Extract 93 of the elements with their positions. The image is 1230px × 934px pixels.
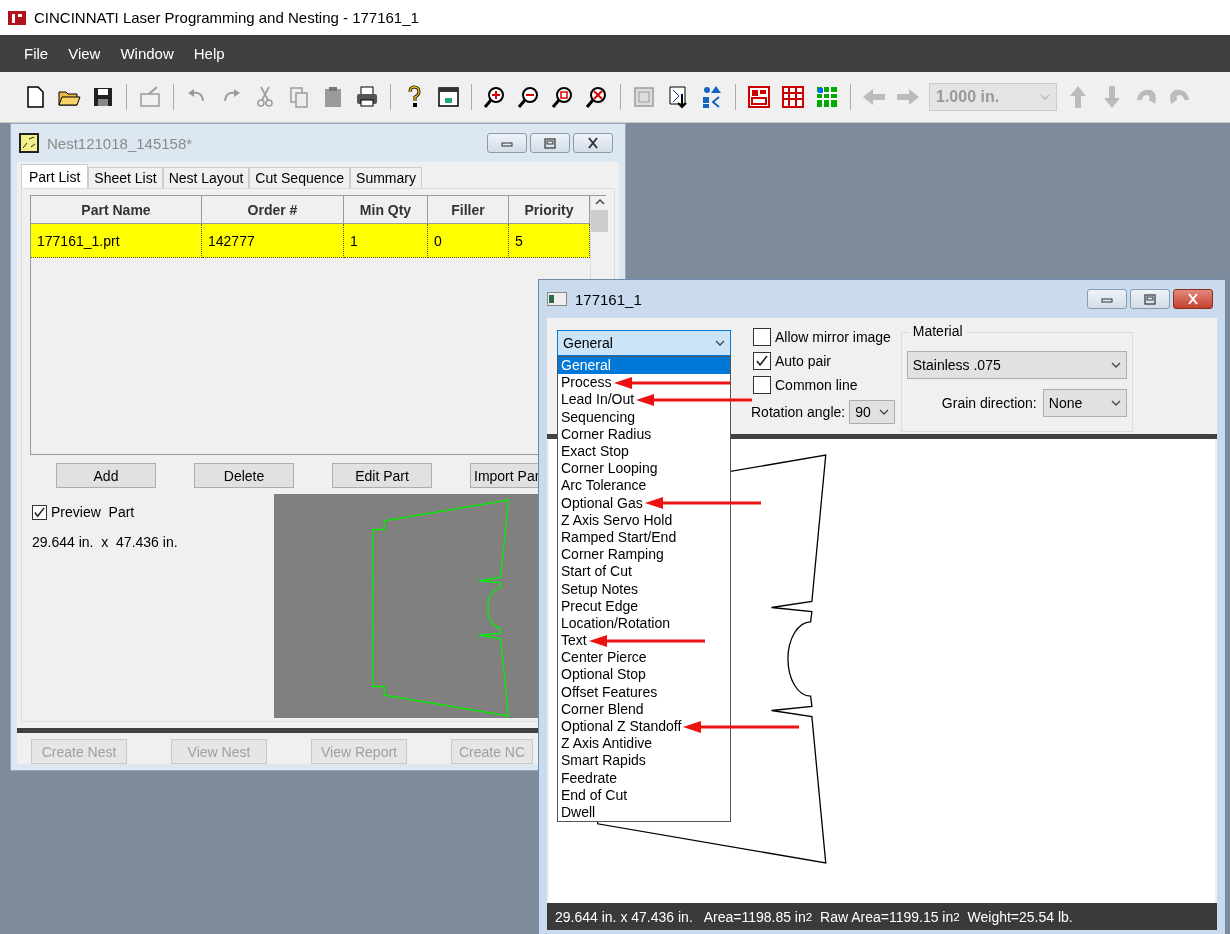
chevron-down-icon xyxy=(715,338,725,348)
close-button[interactable] xyxy=(573,133,613,153)
column-header[interactable]: Min Qty xyxy=(344,196,428,224)
action-button[interactable]: Edit Part xyxy=(332,463,432,488)
dropdown-option[interactable]: Offset Features xyxy=(561,683,658,701)
dropdown-option[interactable]: Corner Ramping xyxy=(561,546,664,564)
window-title: Nest121018_145158* xyxy=(47,134,194,152)
chevron-down-icon xyxy=(1040,92,1050,102)
menu-item[interactable]: Help xyxy=(183,45,235,62)
close-button[interactable] xyxy=(1173,289,1213,309)
close-icon xyxy=(1185,293,1201,305)
check-icon xyxy=(755,354,769,368)
tab[interactable]: Part List xyxy=(21,164,89,188)
checkbox-label: Common line xyxy=(775,377,858,393)
dropdown-option[interactable]: Z Axis Servo Hold xyxy=(561,511,673,529)
minimize-button[interactable] xyxy=(1087,289,1127,309)
material-dropdown[interactable]: Stainless .075 xyxy=(906,351,1127,379)
column-header[interactable]: Priority xyxy=(509,196,590,224)
dropdown-option[interactable]: Dwell xyxy=(561,803,596,821)
checkbox[interactable] xyxy=(753,352,771,370)
menu-item[interactable]: Window xyxy=(110,45,184,62)
maximize-icon xyxy=(1142,293,1158,305)
dropdown-option[interactable]: Optional Stop xyxy=(561,666,646,684)
dropdown-option[interactable]: Precut Edge xyxy=(561,597,639,615)
checkbox-label: Preview Part xyxy=(51,504,135,520)
app-logo-icon xyxy=(8,9,26,26)
dropdown-option[interactable]: Corner Radius xyxy=(561,425,652,443)
rotation-dropdown[interactable]: 90 xyxy=(849,400,895,424)
nest-layout-icon[interactable] xyxy=(746,84,772,110)
check-icon xyxy=(33,505,46,519)
dropdown-option[interactable]: Center Pierce xyxy=(561,649,647,667)
app-title: CINCINNATI Laser Programming and Nesting - 177161_1 xyxy=(34,9,419,26)
menu-item[interactable]: File xyxy=(14,45,59,62)
checkbox[interactable] xyxy=(753,328,771,346)
tab[interactable]: Summary xyxy=(350,167,422,188)
column-header[interactable]: Filler xyxy=(428,196,509,224)
group-label: Material xyxy=(909,323,966,339)
scroll-thumb[interactable] xyxy=(591,210,608,232)
dropdown-option[interactable]: Corner Looping xyxy=(561,460,658,478)
table-cell[interactable]: 5 xyxy=(509,224,590,258)
column-header[interactable]: Order # xyxy=(202,196,344,224)
dropdown-option[interactable]: Feedrate xyxy=(561,769,618,787)
dropdown-option[interactable]: Corner Blend xyxy=(561,700,644,718)
chevron-down-icon xyxy=(878,407,889,417)
window-app-icon xyxy=(547,292,567,306)
maximize-icon xyxy=(542,137,558,149)
dropdown-option[interactable]: Sequencing xyxy=(561,408,635,426)
nest-document-icon xyxy=(19,133,39,153)
dropdown-option[interactable]: End of Cut xyxy=(561,786,628,804)
window-title: 177161_1 xyxy=(575,290,643,308)
table-cell[interactable]: 142777 xyxy=(202,224,344,258)
print-icon[interactable] xyxy=(354,84,380,110)
close-icon xyxy=(585,137,601,149)
dropdown-option[interactable]: Start of Cut xyxy=(561,563,632,581)
action-button[interactable]: Delete xyxy=(194,463,294,488)
maximize-button[interactable] xyxy=(1130,289,1170,309)
checkbox-label: Auto pair xyxy=(775,353,832,369)
dropdown-option[interactable]: Arc Tolerance xyxy=(561,477,647,495)
column-header[interactable]: Part Name xyxy=(31,196,202,224)
action-button[interactable]: Add xyxy=(56,463,156,488)
grain-dropdown[interactable]: None xyxy=(1042,389,1127,417)
window-icon[interactable] xyxy=(435,84,461,110)
checkbox[interactable] xyxy=(753,376,771,394)
dropdown-option[interactable]: Process xyxy=(561,374,612,392)
dropdown-option[interactable]: Optional Gas xyxy=(561,494,643,512)
menu-item[interactable]: View xyxy=(58,45,111,62)
tab[interactable]: Sheet List xyxy=(88,167,163,188)
checkbox-label: Allow mirror image xyxy=(775,329,891,345)
maximize-button[interactable] xyxy=(530,133,570,153)
minimize-button[interactable] xyxy=(487,133,527,153)
dropdown-option[interactable]: Smart Rapids xyxy=(561,752,646,770)
dropdown-option[interactable]: Optional Z Standoff xyxy=(561,718,682,736)
table-cell[interactable]: 1 xyxy=(344,224,428,258)
checkbox[interactable] xyxy=(32,504,47,520)
dropdown-option[interactable]: Lead In/Out xyxy=(561,391,635,409)
grid-icon[interactable] xyxy=(780,84,806,110)
tab[interactable]: Nest Layout xyxy=(162,167,250,188)
tile-grid-icon[interactable] xyxy=(814,84,840,110)
field-label: Rotation angle: xyxy=(751,404,846,420)
category-dropdown[interactable]: General xyxy=(557,330,731,356)
table-cell[interactable]: 177161_1.prt xyxy=(31,224,202,258)
dropdown-option[interactable]: Location/Rotation xyxy=(561,614,670,632)
field-label: Grain direction: xyxy=(941,395,1037,411)
chevron-down-icon xyxy=(1110,360,1121,370)
part-size-text: 29.644 in. x 47.436 in. xyxy=(32,534,179,550)
dropdown-option[interactable]: Ramped Start/End xyxy=(561,528,677,546)
chevron-down-icon xyxy=(1110,398,1121,408)
tab[interactable]: Cut Sequence xyxy=(249,167,351,188)
table-cell[interactable]: 0 xyxy=(428,224,509,258)
dropdown-option[interactable]: Exact Stop xyxy=(561,443,629,461)
dropdown-option[interactable]: Z Axis Antidive xyxy=(561,735,653,753)
dropdown-option[interactable]: Text xyxy=(561,632,587,650)
dropdown-option[interactable]: Setup Notes xyxy=(561,580,639,598)
